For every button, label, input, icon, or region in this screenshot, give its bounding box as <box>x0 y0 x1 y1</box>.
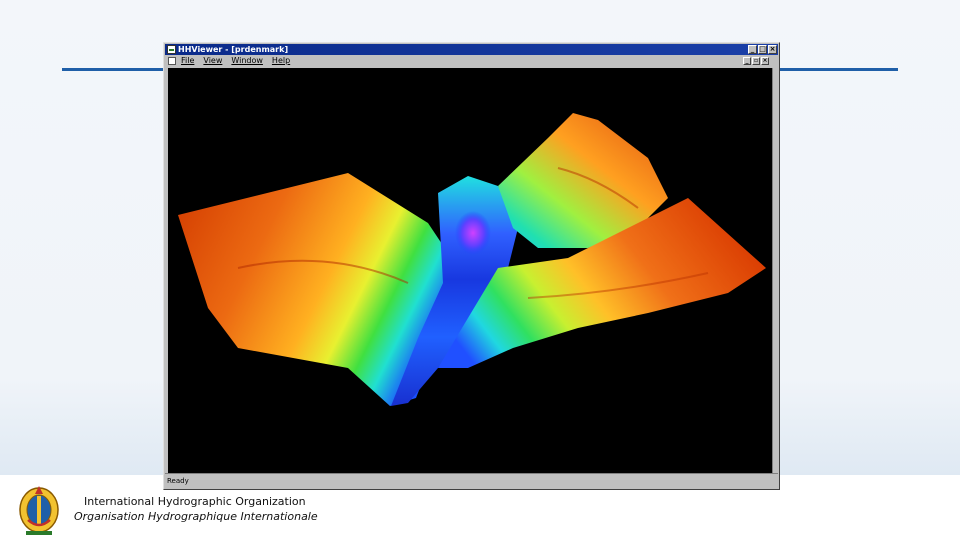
organization-name-en: International Hydrographic Organization <box>84 495 306 508</box>
organization-name-fr: Organisation Hydrographique Internationa… <box>74 510 318 523</box>
menu-window[interactable]: Window <box>231 55 263 67</box>
doc-minimize-icon[interactable]: _ <box>743 57 751 65</box>
header-rule-left <box>62 68 164 71</box>
iho-emblem-icon <box>19 486 59 535</box>
vertical-scrollbar[interactable] <box>772 68 778 474</box>
bathymetry-render <box>178 113 766 406</box>
menu-bar: File View Window Help _ ▫ × <box>165 55 778 67</box>
status-bar: Ready <box>165 473 778 488</box>
menu-help[interactable]: Help <box>272 55 290 67</box>
header-rule-right <box>780 68 898 71</box>
3d-viewport[interactable] <box>168 68 772 474</box>
maximize-icon[interactable]: □ <box>758 45 767 54</box>
window-title: HHViewer - [prdenmark] <box>178 45 289 54</box>
menu-file[interactable]: File <box>181 55 194 67</box>
menu-view[interactable]: View <box>203 55 222 67</box>
window-title-bar[interactable]: HHViewer - [prdenmark] _ □ × <box>165 44 778 55</box>
document-icon[interactable] <box>168 57 176 65</box>
doc-restore-icon[interactable]: ▫ <box>752 57 760 65</box>
app-icon[interactable] <box>167 45 176 54</box>
close-icon[interactable]: × <box>768 45 777 54</box>
doc-close-icon[interactable]: × <box>761 57 769 65</box>
hhviewer-window[interactable]: HHViewer - [prdenmark] _ □ × File View W… <box>163 42 780 490</box>
minimize-icon[interactable]: _ <box>748 45 757 54</box>
